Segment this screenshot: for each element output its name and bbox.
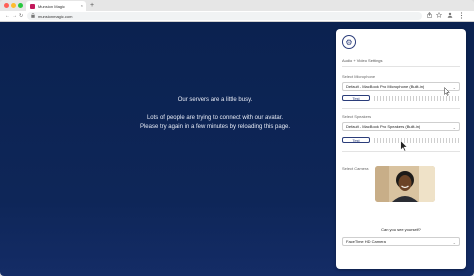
speakers-level-meter bbox=[374, 137, 460, 143]
minimize-window-button[interactable] bbox=[11, 3, 16, 8]
url-text: munsionmagic.com bbox=[38, 13, 73, 19]
mouse-cursor-icon bbox=[400, 140, 408, 152]
busy-message-line3: Please try again in a few minutes by rel… bbox=[139, 124, 291, 130]
bookmark-star-icon[interactable] bbox=[435, 11, 443, 21]
panel-title: Audio + Video Settings bbox=[342, 58, 383, 63]
camera-select[interactable]: FaceTime HD Camera ⌄ bbox=[342, 237, 460, 246]
gear-icon: ⚙ bbox=[345, 37, 353, 47]
chevron-down-icon: ⌄ bbox=[452, 125, 456, 130]
lock-icon bbox=[31, 12, 35, 19]
microphone-test-button[interactable]: Test bbox=[342, 95, 370, 101]
tab-close-icon[interactable]: × bbox=[81, 3, 83, 8]
address-toolbar: ← → ↻ munsionmagic.com bbox=[0, 11, 474, 22]
address-bar[interactable]: munsionmagic.com bbox=[27, 12, 422, 20]
page-content: Our servers are a little busy. Lots of p… bbox=[0, 22, 474, 276]
settings-gear-button[interactable]: ⚙ bbox=[342, 35, 356, 49]
busy-message-line1: Our servers are a little busy. bbox=[177, 97, 253, 103]
speakers-label: Select Speakers bbox=[342, 114, 372, 119]
profile-icon[interactable] bbox=[447, 12, 453, 21]
speakers-select[interactable]: Default - MacBook Pro Speakers (Built-in… bbox=[342, 122, 460, 131]
busy-message-line2: Lots of people are trying to connect wit… bbox=[146, 115, 284, 121]
tab-active[interactable]: Munsion Magic × bbox=[26, 1, 86, 11]
microphone-label: Select Microphone bbox=[342, 74, 376, 79]
speakers-test-button[interactable]: Test bbox=[342, 137, 370, 143]
divider bbox=[342, 108, 460, 109]
speakers-select-value: Default - MacBook Pro Speakers (Built-in… bbox=[346, 124, 421, 129]
new-tab-button[interactable]: + bbox=[90, 1, 94, 10]
camera-question: Can you see yourself? bbox=[381, 227, 421, 232]
camera-preview-person bbox=[375, 166, 435, 202]
camera-select-value: FaceTime HD Camera bbox=[346, 239, 386, 244]
divider bbox=[342, 66, 460, 67]
reload-button[interactable]: ↻ bbox=[19, 12, 23, 20]
share-icon[interactable] bbox=[427, 12, 432, 21]
tab-title: Munsion Magic bbox=[38, 3, 65, 9]
close-window-button[interactable] bbox=[4, 3, 9, 8]
browser-window: Munsion Magic × + ← → ↻ munsionmagic.com bbox=[0, 0, 474, 276]
microphone-select[interactable]: Default - MacBook Pro Microphone (Built-… bbox=[342, 82, 460, 91]
busy-message: Our servers are a little busy. Lots of p… bbox=[110, 96, 320, 135]
chevron-down-icon: ⌄ bbox=[452, 85, 456, 90]
maximize-window-button[interactable] bbox=[18, 3, 23, 8]
tab-bar: Munsion Magic × + bbox=[0, 0, 474, 11]
mouse-cursor-icon bbox=[444, 87, 450, 96]
menu-dots-icon[interactable] bbox=[460, 12, 463, 22]
back-button[interactable]: ← bbox=[5, 12, 10, 20]
camera-label: Select Camera bbox=[342, 166, 369, 171]
favicon-icon bbox=[30, 3, 35, 9]
microphone-select-value: Default - MacBook Pro Microphone (Built-… bbox=[346, 84, 425, 89]
chevron-down-icon: ⌄ bbox=[452, 240, 456, 245]
camera-preview bbox=[375, 166, 435, 202]
forward-button[interactable]: → bbox=[12, 12, 17, 20]
